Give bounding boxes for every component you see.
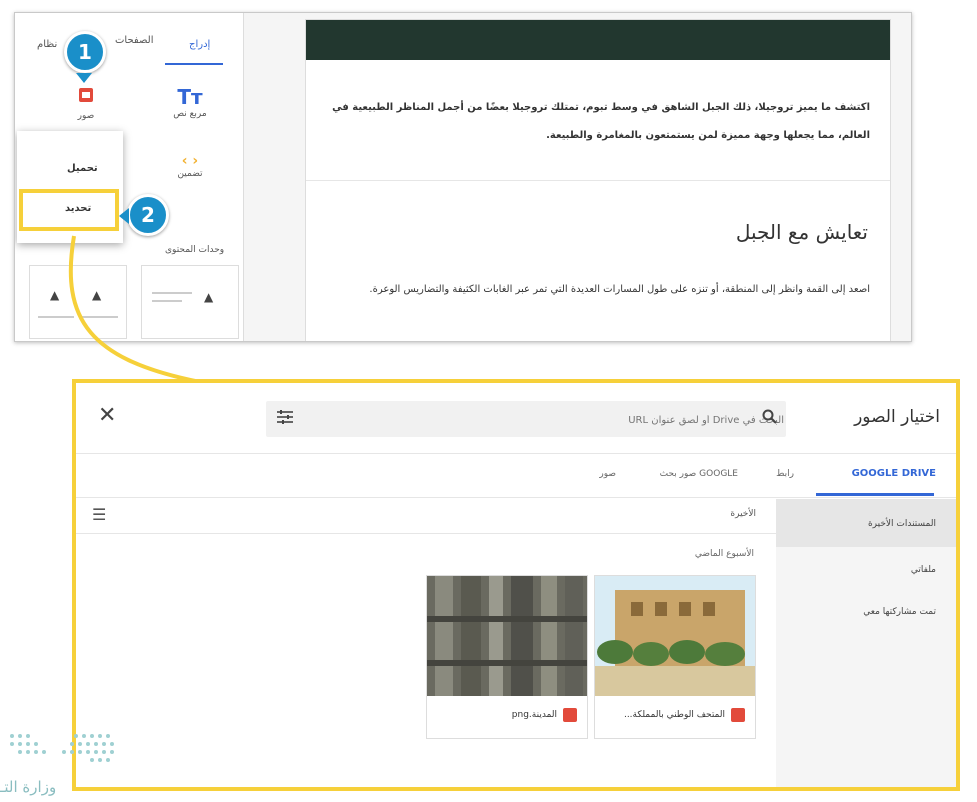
select-option[interactable]: تحديد — [65, 203, 91, 214]
ministry-name: وزارة التـ — [0, 778, 57, 796]
photo-card-museum[interactable]: المتحف الوطني بالمملكة... — [594, 575, 756, 739]
mini-image-icon: ▲ — [92, 288, 102, 302]
file-browser: الأخيرة ☰ الأسبوع الماضي المتحف الوطني ب… — [76, 499, 776, 787]
nav-shared-with-me[interactable]: تمت مشاركتها معي — [863, 607, 936, 617]
image-icon — [79, 88, 93, 102]
drive-nav: المستندات الأخيرة ملفاتي تمت مشاركتها مع… — [776, 499, 956, 787]
layout-card-2[interactable]: ▲ — [141, 265, 239, 339]
last-week-label: الأسبوع الماضي — [694, 549, 754, 559]
images-label: صور — [77, 111, 95, 121]
content-blocks-label: وحدات المحتوى — [165, 245, 225, 255]
search-box[interactable] — [266, 401, 786, 439]
document-page: اكتشف ما يميز تروجيلا، ذلك الجبل الشاهق … — [305, 19, 891, 341]
list-view-icon[interactable]: ☰ — [92, 505, 106, 524]
image-file-icon — [731, 708, 745, 722]
text-box-tool[interactable]: Tт مربع نص — [155, 85, 225, 119]
mini-image-icon: ▲ — [50, 288, 60, 302]
mini-image-icon: ▲ — [204, 290, 214, 304]
image-file-icon — [563, 708, 577, 722]
tab-link[interactable]: رابط — [776, 469, 794, 479]
active-tab-underline — [816, 493, 934, 496]
photo-caption-city: المدينة.png — [511, 710, 557, 720]
tab-insert[interactable]: إدراج — [189, 39, 210, 50]
step-badge-two: 2 — [127, 194, 169, 236]
embed-tool[interactable]: ‹ › تضمين — [155, 153, 225, 179]
recent-label: الأخيرة — [730, 509, 756, 519]
insert-panel: إدراج الصفحات نظام Tт مربع نص صور ‹ › تض… — [15, 13, 244, 341]
badge-two-pointer — [119, 208, 129, 224]
tab-underline — [165, 63, 223, 65]
section-heading[interactable]: تعايش مع الجبل — [736, 220, 868, 244]
city-photo — [427, 576, 587, 696]
search-icon[interactable] — [762, 409, 778, 429]
page-header-banner — [306, 20, 890, 60]
step-badge-one: 1 — [64, 31, 106, 73]
source-tabs: GOOGLE DRIVE رابط صور بحث GOOGLE صور — [76, 453, 956, 498]
museum-photo — [595, 576, 755, 696]
section-divider — [306, 180, 890, 181]
nav-my-files[interactable]: ملفاتي — [911, 565, 936, 575]
embed-label: تضمين — [177, 169, 203, 179]
text-box-icon: Tт — [177, 85, 203, 109]
upload-option[interactable]: تحميل — [67, 163, 98, 174]
intro-paragraph[interactable]: اكتشف ما يميز تروجيلا، ذلك الجبل الشاهق … — [330, 94, 870, 150]
site-editor-screenshot: إدراج الصفحات نظام Tт مربع نص صور ‹ › تض… — [14, 12, 912, 342]
nav-recent-docs[interactable]: المستندات الأخيرة — [868, 519, 936, 529]
tab-google-search[interactable]: صور بحث GOOGLE — [660, 469, 738, 479]
images-tool[interactable]: صور — [51, 85, 121, 121]
recent-bar: الأخيرة ☰ — [76, 499, 776, 534]
close-icon[interactable]: ✕ — [98, 403, 116, 428]
photo-card-city[interactable]: المدينة.png — [426, 575, 588, 739]
tab-theme[interactable]: نظام — [37, 39, 57, 50]
insert-images-dialog: اختيار الصور ✕ GOOGLE DRIVE رابط صور بحث… — [72, 379, 960, 791]
layout-card-1[interactable]: ▲ ▲ — [29, 265, 127, 339]
dialog-title: اختيار الصور — [854, 407, 940, 427]
tab-google-drive[interactable]: GOOGLE DRIVE — [852, 468, 936, 479]
badge-one-pointer — [76, 73, 92, 83]
photo-caption-museum: المتحف الوطني بالمملكة... — [623, 710, 725, 720]
tab-photos[interactable]: صور — [599, 469, 616, 479]
filter-options-icon[interactable] — [276, 409, 294, 429]
tab-pages[interactable]: الصفحات — [115, 35, 153, 46]
dialog-header: اختيار الصور ✕ — [76, 383, 956, 454]
text-box-label: مربع نص — [173, 109, 207, 119]
search-input[interactable] — [312, 401, 786, 439]
embed-icon: ‹ › — [181, 153, 199, 169]
body-paragraph[interactable]: اصعد إلى القمة وانظر إلى المنطقة، أو تنز… — [330, 276, 870, 304]
select-option-highlight[interactable]: تحديد — [19, 189, 119, 231]
ministry-logo — [10, 734, 114, 762]
